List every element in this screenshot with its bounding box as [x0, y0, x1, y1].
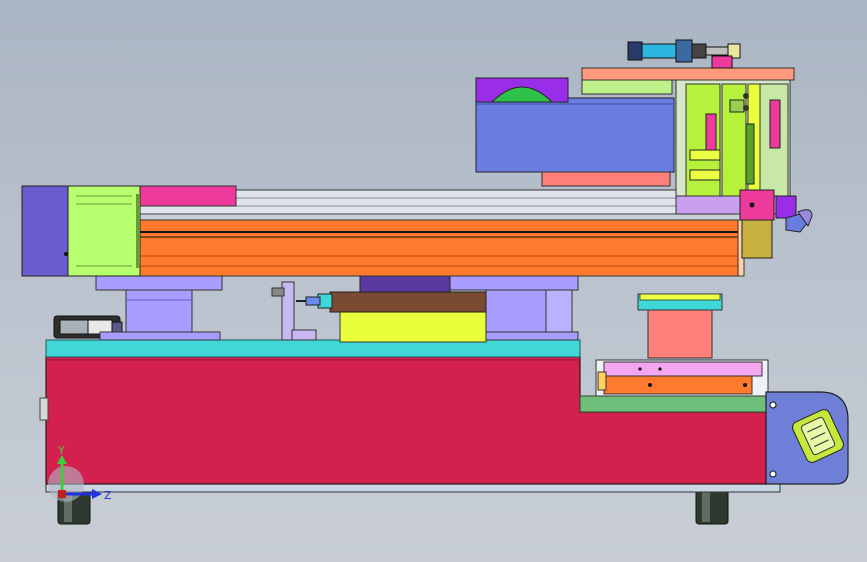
salmon-bar	[541, 171, 671, 187]
upper-slate-box	[475, 97, 675, 173]
purple-slider	[359, 275, 451, 293]
top-cylinder	[627, 39, 741, 69]
upper-top-plate	[581, 67, 795, 81]
step-plate-green	[579, 395, 767, 413]
pedestal-column	[647, 309, 713, 359]
rail-magenta-block	[137, 185, 237, 207]
bracket-yellow	[339, 309, 487, 343]
y-axis-label: Y	[57, 444, 65, 457]
cad-viewport[interactable]: Y Z	[0, 0, 867, 562]
slide-table-pink	[603, 361, 763, 377]
right-foot	[695, 487, 729, 525]
z-axis-label: Z	[104, 489, 112, 502]
drive-motor	[21, 185, 141, 277]
machine-drawing: Y Z	[21, 39, 849, 525]
brown-block	[329, 291, 487, 313]
side-connector	[39, 397, 49, 421]
base-top-plate	[45, 339, 581, 358]
slide-table-orange	[603, 375, 753, 395]
base-bottom-plate	[45, 483, 781, 493]
